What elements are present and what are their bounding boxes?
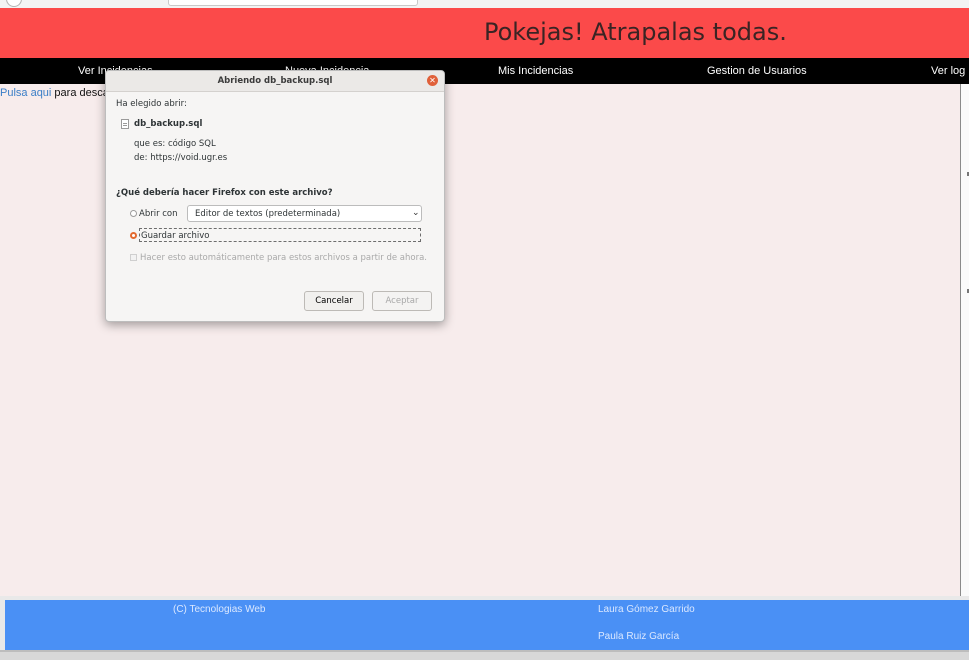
chevron-down-icon: ⌄ bbox=[412, 208, 420, 218]
close-icon[interactable]: ✕ bbox=[427, 75, 438, 86]
auto-action-label: Hacer esto automáticamente para estos ar… bbox=[140, 253, 428, 263]
nav-gestion-usuarios[interactable]: Gestion de Usuarios bbox=[707, 65, 807, 77]
save-file-option[interactable]: Guardar archivo bbox=[139, 228, 421, 242]
file-source: de: https://void.ugr.es bbox=[134, 153, 228, 163]
auto-action-checkbox[interactable] bbox=[130, 254, 137, 261]
window-bottom-edge bbox=[0, 650, 969, 660]
footer-author: Paula Ruiz García bbox=[598, 631, 680, 642]
dialog-question: ¿Qué debería hacer Firefox con este arch… bbox=[116, 188, 333, 198]
file-icon bbox=[121, 119, 129, 129]
chosen-label: Ha elegido abrir: bbox=[116, 99, 187, 109]
file-type: que es: código SQL bbox=[134, 139, 216, 149]
site-title: Pokejas! Atrapalas todas. bbox=[484, 18, 787, 46]
vertical-scrollbar[interactable] bbox=[960, 84, 969, 596]
nav-mis-incidencias[interactable]: Mis Incidencias bbox=[498, 65, 573, 77]
application-select[interactable]: Editor de textos (predeterminada) ⌄ bbox=[187, 205, 422, 222]
browser-url-bar[interactable] bbox=[168, 0, 418, 6]
save-file-radio[interactable] bbox=[130, 232, 137, 239]
open-with-label: Abrir con bbox=[139, 209, 178, 219]
dialog-title: Abriendo db_backup.sql bbox=[217, 76, 333, 86]
dialog-titlebar[interactable]: Abriendo db_backup.sql ✕ bbox=[106, 71, 444, 92]
cancel-button[interactable]: Cancelar bbox=[304, 291, 364, 311]
footer-author: Laura Gómez Garrido bbox=[598, 604, 695, 615]
download-dialog: Abriendo db_backup.sql ✕ Ha elegido abri… bbox=[105, 70, 445, 322]
dialog-filename: db_backup.sql bbox=[134, 119, 203, 129]
save-file-label: Guardar archivo bbox=[141, 231, 210, 241]
accept-button[interactable]: Aceptar bbox=[372, 291, 432, 311]
site-footer: (C) Tecnologias Web Laura Gómez Garrido … bbox=[5, 600, 969, 650]
application-select-value: Editor de textos (predeterminada) bbox=[195, 209, 341, 219]
open-with-radio[interactable] bbox=[130, 210, 137, 217]
footer-copyright: (C) Tecnologias Web bbox=[173, 604, 266, 615]
nav-ver-log[interactable]: Ver log bbox=[931, 65, 965, 77]
site-banner: Pokejas! Atrapalas todas. bbox=[0, 8, 969, 58]
download-link[interactable]: Pulsa aqui bbox=[0, 87, 51, 99]
browser-back-button[interactable] bbox=[6, 0, 22, 7]
